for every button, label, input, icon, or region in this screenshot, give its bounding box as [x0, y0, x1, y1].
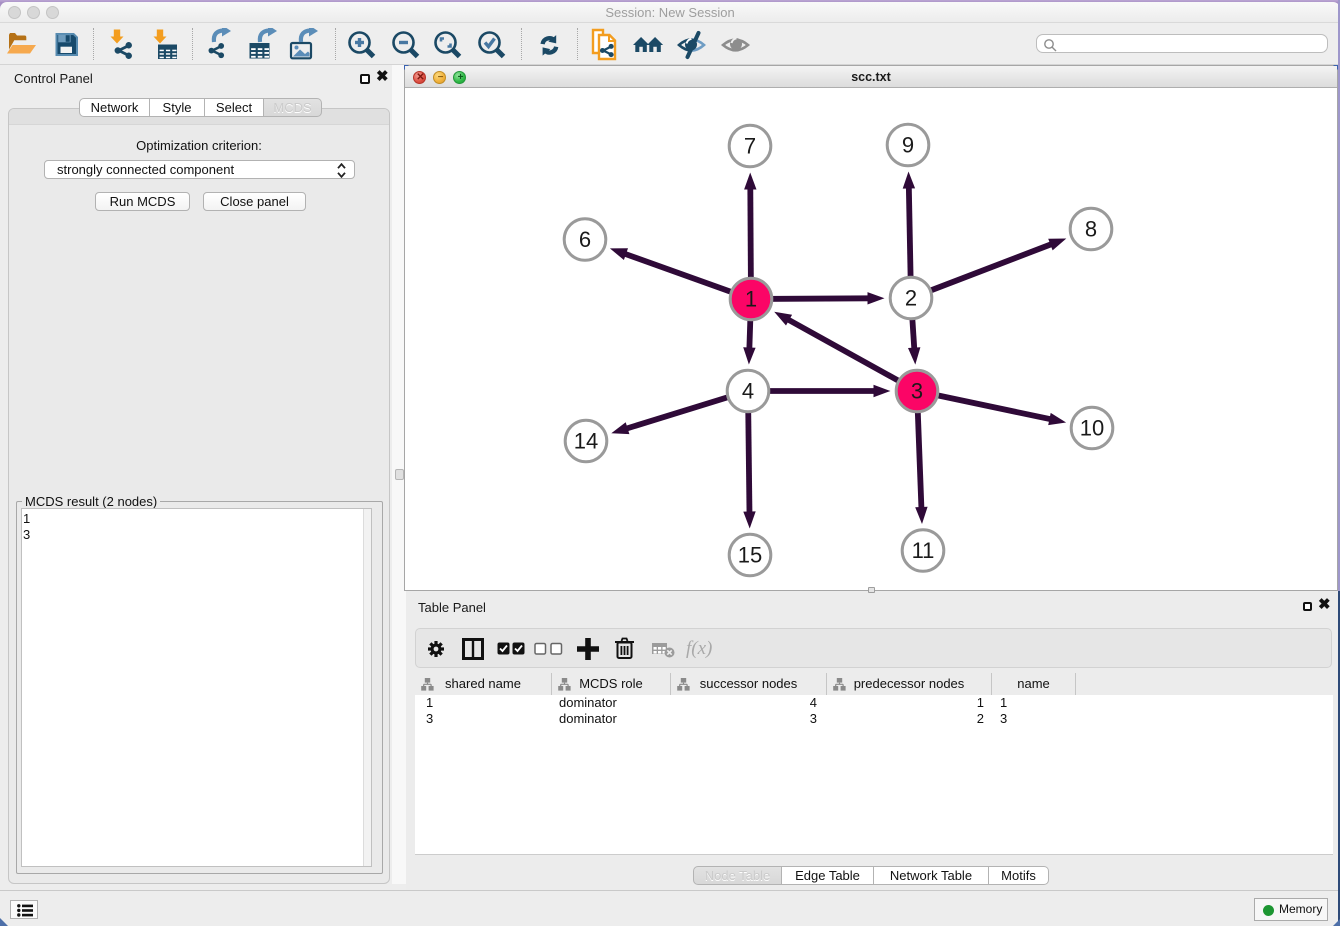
svg-text:4: 4 [742, 379, 754, 404]
svg-text:1: 1 [745, 287, 757, 312]
svg-text:6: 6 [579, 227, 591, 252]
svg-text:9: 9 [902, 133, 914, 158]
svg-text:8: 8 [1085, 217, 1097, 242]
svg-text:15: 15 [738, 543, 762, 568]
svg-text:7: 7 [744, 134, 756, 159]
svg-text:14: 14 [574, 429, 598, 454]
svg-text:11: 11 [912, 538, 935, 563]
svg-text:10: 10 [1080, 416, 1104, 441]
svg-text:f(x): f(x) [686, 638, 712, 659]
svg-text:2: 2 [905, 286, 917, 311]
svg-text:3: 3 [911, 379, 923, 404]
